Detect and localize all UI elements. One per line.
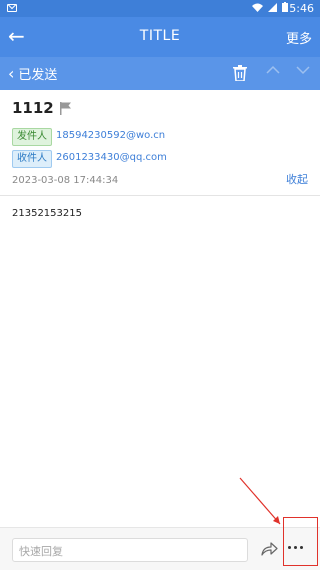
forward-icon[interactable]	[261, 541, 278, 556]
previous-mail-icon[interactable]	[266, 63, 280, 77]
receiver-tag: 收件人	[12, 150, 52, 168]
back-to-sent-button[interactable]: ‹ 已发送	[8, 64, 57, 83]
chevron-left-icon: ‹	[8, 63, 15, 83]
mail-toolbar: ‹ 已发送	[0, 57, 320, 90]
mail-notification-icon	[7, 4, 17, 12]
mail-subject: 1112	[12, 99, 54, 117]
flag-icon[interactable]	[59, 101, 72, 115]
bottom-bar: 快速回复	[0, 527, 320, 570]
sender-address[interactable]: 18594230592@wo.cn	[56, 130, 165, 141]
receiver-address[interactable]: 2601233430@qq.com	[56, 152, 167, 163]
status-icons	[252, 2, 288, 12]
app-bar: ← TITLE 更多	[0, 17, 320, 57]
collapse-button[interactable]: 收起	[286, 171, 308, 187]
wifi-icon	[252, 3, 263, 12]
more-options-button[interactable]	[288, 546, 303, 549]
annotation-arrow	[239, 477, 281, 525]
status-time: 5:46	[289, 2, 314, 15]
battery-icon	[282, 2, 288, 12]
mail-date: 2023-03-08 17:44:34	[12, 175, 119, 186]
dot	[288, 546, 291, 549]
page-title: TITLE	[139, 28, 181, 44]
trash-icon[interactable]	[233, 65, 247, 81]
mail-body: 21352153215	[12, 208, 82, 219]
dot	[300, 546, 303, 549]
folder-label: 已发送	[18, 68, 58, 83]
header-divider	[0, 195, 320, 196]
status-bar: 5:46	[0, 0, 320, 17]
sender-tag: 发件人	[12, 128, 52, 146]
quick-reply-input[interactable]: 快速回复	[12, 538, 248, 562]
signal-icon	[268, 2, 277, 12]
dot	[294, 546, 297, 549]
next-mail-icon[interactable]	[296, 63, 310, 77]
subject-row: 1112	[12, 99, 72, 117]
more-menu-button[interactable]: 更多	[286, 28, 312, 47]
